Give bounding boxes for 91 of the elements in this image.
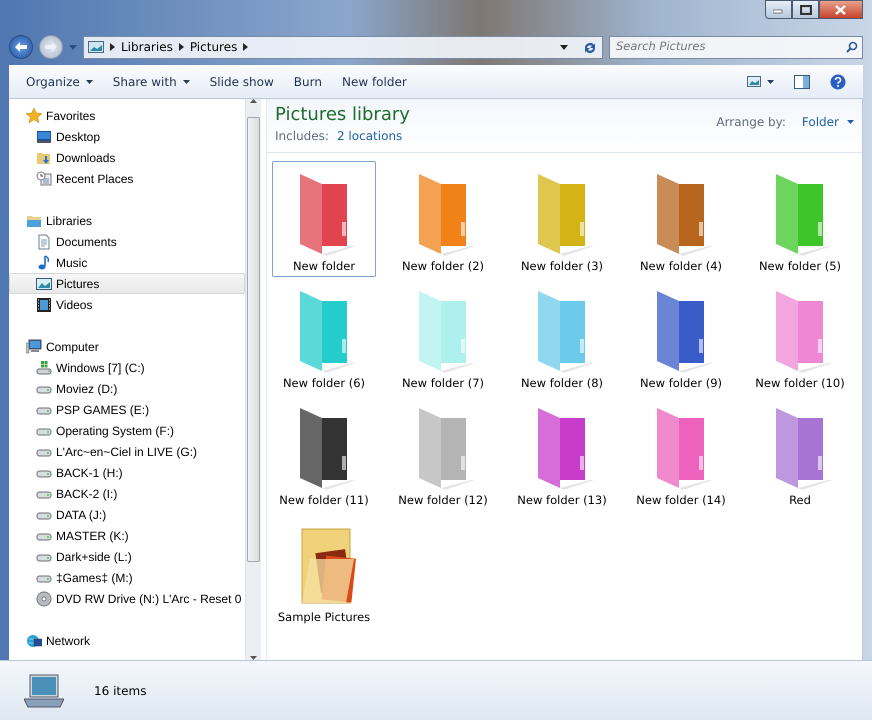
library-title: Pictures library [275, 103, 410, 127]
caret-icon [86, 80, 93, 84]
sidebar-item[interactable]: PSP GAMES (E:) [9, 399, 245, 420]
sidebar-item[interactable]: DATA (J:) [9, 504, 245, 525]
picture-library-icon [88, 41, 104, 53]
caret-icon [69, 45, 77, 50]
network-icon [26, 632, 42, 648]
laptop-icon [24, 672, 64, 708]
sidebar-item[interactable]: Libraries [9, 210, 245, 231]
arrange-by-label: Arrange by: [716, 114, 786, 131]
folder-item[interactable]: New folder (3) [510, 161, 614, 277]
sidebar-item[interactable]: Network [9, 630, 245, 651]
sidebar-item[interactable]: Dark+side (L:) [9, 546, 245, 567]
help-icon [830, 74, 846, 90]
forward-button[interactable] [39, 35, 63, 59]
dropdown-caret-icon [560, 44, 568, 50]
sidebar-item[interactable]: Favorites [9, 105, 245, 126]
drive-icon [36, 360, 52, 376]
search-icon [846, 41, 858, 53]
sidebar-item[interactable]: Computer [9, 336, 245, 357]
sidebar-item[interactable]: Pictures [9, 273, 245, 294]
close-icon [835, 4, 847, 14]
folder-item[interactable]: New folder (6) [272, 278, 376, 394]
sidebar-item[interactable]: Downloads [9, 147, 245, 168]
includes-label: Includes: [275, 128, 329, 145]
sidebar-item[interactable]: MASTER (K:) [9, 525, 245, 546]
maximize-icon [800, 4, 812, 14]
sidebar-item[interactable]: Moviez (D:) [9, 378, 245, 399]
caret-icon [767, 80, 774, 84]
sidebar-item[interactable]: DVD RW Drive (N:) L'Arc - Reset 0 [9, 588, 245, 609]
folder-item[interactable]: New folder (14) [629, 395, 733, 511]
folder-item[interactable]: New folder (2) [391, 161, 495, 277]
close-button[interactable] [819, 0, 863, 19]
pane-icon [794, 74, 810, 88]
folder-item[interactable]: New folder (5) [748, 161, 852, 277]
scrollbar[interactable] [245, 99, 261, 660]
star-icon [26, 108, 42, 124]
document-icon [36, 234, 52, 250]
toolbar-button[interactable]: Share with [104, 70, 199, 94]
sidebar-item[interactable]: BACK-1 (H:) [9, 462, 245, 483]
search-field[interactable]: Search Pictures [614, 37, 846, 57]
sidebar-item[interactable]: Desktop [9, 126, 245, 147]
chevron-icon [178, 43, 184, 51]
folder-item[interactable]: New folder (9) [629, 278, 733, 394]
item-count: 16 items [94, 682, 146, 700]
folder-item[interactable]: New folder (10) [748, 278, 852, 394]
folder-item[interactable]: New folder (11) [272, 395, 376, 511]
minimize-button[interactable] [765, 0, 792, 19]
folder-item[interactable]: Sample Pictures [272, 512, 376, 628]
breadcrumb-link[interactable]: Pictures [190, 38, 238, 56]
caret-icon [847, 120, 854, 124]
folder-item[interactable]: New folder (8) [510, 278, 614, 394]
toolbar-button[interactable]: Slide show [200, 70, 283, 94]
folder-item[interactable]: New folder (7) [391, 278, 495, 394]
folder-item[interactable]: Red [748, 395, 852, 511]
sidebar-item[interactable]: Recent Places [9, 168, 245, 189]
folder-item[interactable]: New folder (12) [391, 395, 495, 511]
disc-icon [36, 590, 52, 606]
sidebar-item[interactable]: L'Arc~en~Ciel in LIVE (G:) [9, 441, 245, 462]
caret-icon [182, 80, 190, 84]
computer-icon [26, 338, 42, 354]
sidebar-item[interactable]: Music [9, 252, 245, 273]
toolbar-button[interactable]: Organize [17, 70, 102, 94]
folder-item[interactable]: New folder (13) [510, 395, 614, 511]
folder-item[interactable]: New folder (4) [629, 161, 733, 277]
sidebar-item[interactable]: ‡Games‡ (M:) [9, 567, 245, 588]
back-button[interactable] [9, 35, 33, 59]
toolbar-button[interactable]: New folder [332, 70, 416, 94]
toolbar-button[interactable]: Burn [284, 70, 331, 94]
breadcrumb-link[interactable]: Libraries [121, 38, 173, 56]
sidebar-item[interactable]: Documents [9, 231, 245, 252]
sidebar-item[interactable]: Windows [7] (C:) [9, 357, 245, 378]
music-note-icon [36, 254, 52, 270]
arrange-dropdown[interactable]: Folder [802, 113, 854, 131]
chevron-icon [110, 43, 115, 51]
search-box[interactable]: Search Pictures [609, 36, 863, 58]
film-icon [36, 296, 52, 312]
recent-places-icon [36, 170, 52, 186]
sidebar-item[interactable]: Operating System (F:) [9, 420, 245, 441]
back-arrow-icon [14, 41, 28, 53]
sidebar-item[interactable]: BACK-2 (I:) [9, 483, 245, 504]
maximize-button[interactable] [792, 0, 819, 19]
forward-arrow-icon [44, 41, 58, 53]
picture-icon [36, 276, 52, 292]
locations-link[interactable]: 2 locations [336, 127, 402, 145]
folder-item[interactable]: New folder [272, 161, 376, 277]
desktop-icon [36, 128, 52, 144]
picture-view-icon [747, 76, 761, 87]
chevron-icon [243, 43, 248, 51]
refresh-icon [582, 40, 598, 55]
sidebar-item[interactable]: Videos [9, 294, 245, 315]
